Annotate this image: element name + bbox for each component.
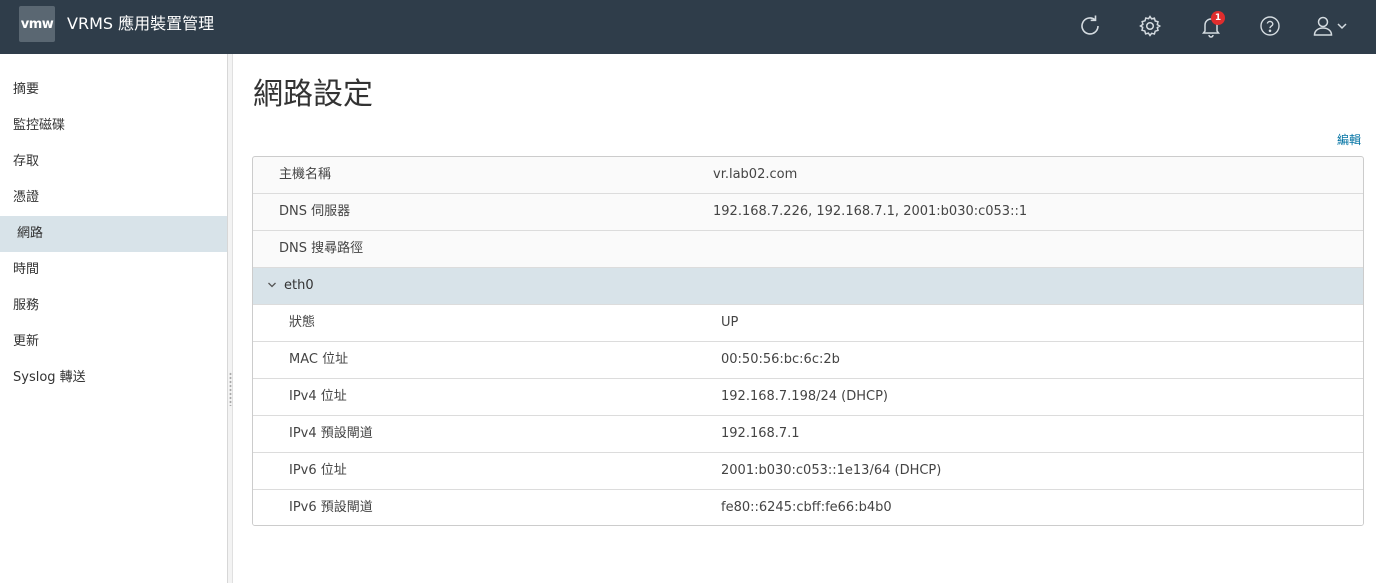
sidebar-item-services[interactable]: 服務	[0, 288, 227, 324]
vmware-logo: vmw	[19, 6, 55, 42]
user-menu-icon[interactable]	[1310, 11, 1352, 41]
sidebar-item-summary[interactable]: 摘要	[0, 72, 227, 108]
row-key: IPv6 位址	[289, 463, 347, 478]
row-key: IPv4 預設閘道	[289, 426, 373, 441]
sidebar-splitter[interactable]	[228, 54, 233, 583]
chevron-down-icon[interactable]	[267, 280, 277, 290]
splitter-grip-handle[interactable]	[229, 372, 232, 406]
sidebar-item-certificates[interactable]: 憑證	[0, 180, 227, 216]
row-ipv4-address: IPv4 位址 192.168.7.198/24 (DHCP)	[253, 379, 1363, 416]
row-key: 狀態	[289, 315, 316, 330]
row-mac-address: MAC 位址 00:50:56:bc:6c:2b	[253, 342, 1363, 379]
row-value: vr.lab02.com	[713, 167, 798, 182]
row-ipv4-gateway: IPv4 預設閘道 192.168.7.1	[253, 416, 1363, 453]
sidebar-item-syslog[interactable]: Syslog 轉送	[0, 360, 227, 396]
sidebar-nav: 摘要 監控磁碟 存取 憑證 網路 時間 服務 更新 Syslog 轉送	[0, 54, 228, 583]
row-dns-servers: DNS 伺服器 192.168.7.226, 192.168.7.1, 2001…	[253, 194, 1363, 231]
row-key: IPv4 位址	[289, 389, 347, 404]
row-value: UP	[721, 315, 739, 330]
row-key: 主機名稱	[279, 167, 332, 182]
row-key: DNS 伺服器	[279, 204, 351, 219]
sidebar-item-access[interactable]: 存取	[0, 144, 227, 180]
row-value: 00:50:56:bc:6c:2b	[721, 352, 840, 367]
sidebar-item-network[interactable]: 網路	[0, 216, 227, 252]
row-dns-search-path: DNS 搜尋路徑	[253, 231, 1363, 268]
page-title: 網路設定	[253, 77, 373, 112]
row-value: 192.168.7.226, 192.168.7.1, 2001:b030:c0…	[713, 204, 1028, 219]
interface-group-eth0[interactable]: eth0	[253, 268, 1363, 305]
row-key: IPv6 預設閘道	[289, 500, 373, 515]
notifications-bell-icon[interactable]: 1	[1196, 11, 1226, 41]
network-settings-grid: 主機名稱 vr.lab02.com DNS 伺服器 192.168.7.226,…	[252, 156, 1364, 526]
row-ipv6-gateway: IPv6 預設閘道 fe80::6245:cbff:fe66:b4b0	[253, 490, 1363, 525]
row-value: 2001:b030:c053::1e13/64 (DHCP)	[721, 463, 942, 478]
refresh-icon[interactable]	[1075, 11, 1105, 41]
row-hostname: 主機名稱 vr.lab02.com	[253, 157, 1363, 194]
app-header: vmw VRMS 應用裝置管理 1	[0, 0, 1376, 54]
sidebar-item-time[interactable]: 時間	[0, 252, 227, 288]
row-value: fe80::6245:cbff:fe66:b4b0	[721, 500, 892, 515]
row-ipv6-address: IPv6 位址 2001:b030:c053::1e13/64 (DHCP)	[253, 453, 1363, 490]
interface-name: eth0	[284, 278, 314, 293]
row-status: 狀態 UP	[253, 305, 1363, 342]
app-title: VRMS 應用裝置管理	[67, 14, 215, 33]
gear-icon[interactable]	[1135, 11, 1165, 41]
edit-link[interactable]: 編輯	[1337, 131, 1361, 148]
row-value: 192.168.7.1	[721, 426, 800, 441]
row-key: DNS 搜尋路徑	[279, 241, 364, 256]
row-value: 192.168.7.198/24 (DHCP)	[721, 389, 889, 404]
row-key: MAC 位址	[289, 352, 349, 367]
sidebar-item-disk-monitoring[interactable]: 監控磁碟	[0, 108, 227, 144]
notification-count-badge: 1	[1211, 11, 1225, 25]
help-icon[interactable]	[1255, 11, 1285, 41]
sidebar-item-update[interactable]: 更新	[0, 324, 227, 360]
